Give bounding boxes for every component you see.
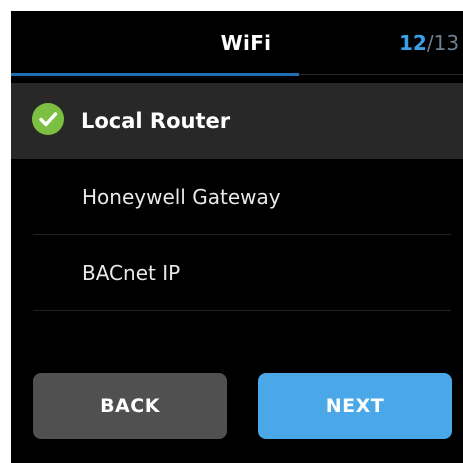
- page-counter: 12/13: [399, 31, 459, 55]
- next-button[interactable]: NEXT: [258, 373, 452, 439]
- option-label: Local Router: [81, 109, 231, 133]
- check-circle-icon: [32, 103, 64, 135]
- header: WiFi 12/13: [11, 11, 463, 77]
- back-button[interactable]: BACK: [33, 373, 227, 439]
- network-type-list: Local Router Honeywell Gateway BACnet IP: [11, 83, 463, 311]
- option-local-router[interactable]: Local Router: [11, 83, 463, 159]
- page-title: WiFi: [220, 31, 272, 55]
- option-label: BACnet IP: [82, 261, 181, 285]
- option-honeywell-gateway[interactable]: Honeywell Gateway: [11, 159, 463, 235]
- option-label: Honeywell Gateway: [82, 185, 281, 209]
- row-divider: [33, 310, 451, 311]
- active-tab-underline: [11, 73, 299, 76]
- option-bacnet-ip[interactable]: BACnet IP: [11, 235, 463, 311]
- header-divider: [299, 74, 463, 75]
- page-current: 12: [399, 31, 427, 55]
- page-separator: /: [426, 31, 434, 55]
- page-total: 13: [433, 31, 460, 55]
- wifi-setup-screen: WiFi 12/13 Local Router Honeywell Gatewa…: [11, 11, 463, 463]
